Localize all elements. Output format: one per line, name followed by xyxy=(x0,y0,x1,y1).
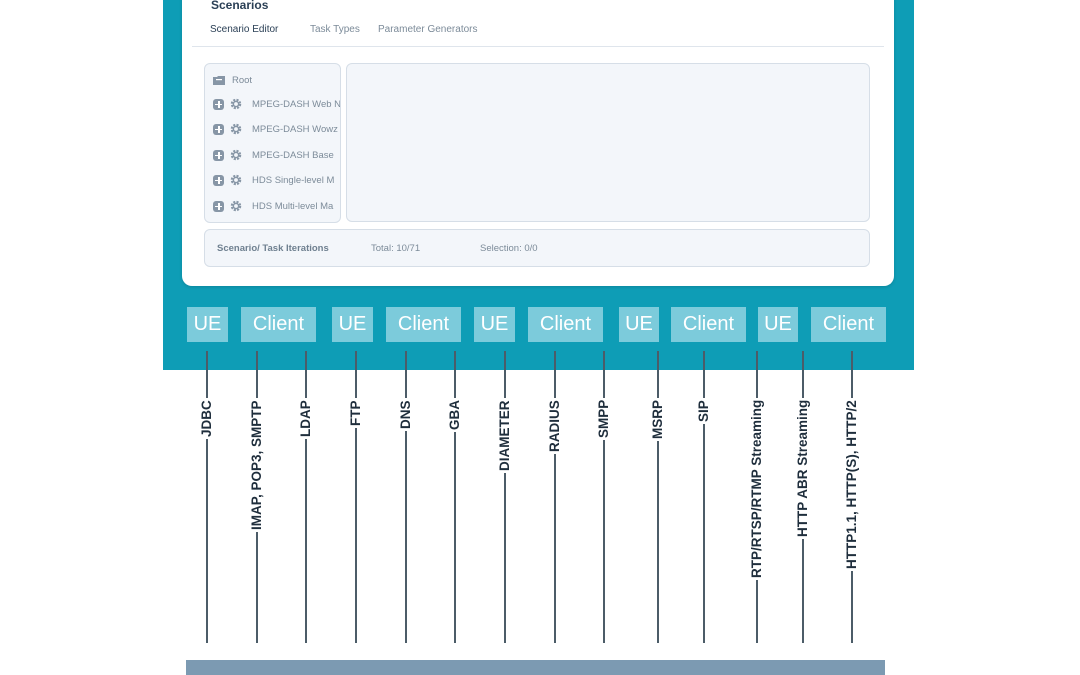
ue-box: UE xyxy=(758,307,798,342)
protocol-line xyxy=(657,351,659,643)
tree-item[interactable]: MPEG-DASH Web N xyxy=(213,96,341,112)
tree-item[interactable]: HDS Single-level M xyxy=(213,172,334,188)
protocol-line xyxy=(603,351,605,643)
panel-title: Scenarios xyxy=(211,0,269,12)
protocol-label: DIAMETER xyxy=(497,398,513,473)
client-box: Client xyxy=(528,307,603,342)
tree-item-label: HDS Single-level M xyxy=(252,174,335,186)
protocol-label: SMPP xyxy=(596,397,612,440)
tree-item[interactable]: MPEG-DASH Base xyxy=(213,147,334,163)
protocol-line xyxy=(206,351,208,643)
scenario-editor-panel: Scenarios Scenario Editor Task Types Par… xyxy=(182,0,894,286)
expand-icon[interactable] xyxy=(213,149,224,161)
iterations-bar: Scenario/ Task Iterations Total: 10/71 S… xyxy=(204,229,870,267)
scenario-tree: Root MPEG-DASH Web N MPEG-DASH Wowz MPEG… xyxy=(204,63,341,223)
gear-icon xyxy=(230,123,242,135)
protocol-line xyxy=(355,351,357,643)
ue-box: UE xyxy=(332,307,373,342)
protocol-line xyxy=(305,351,307,643)
protocol-label: GBA xyxy=(447,398,463,432)
tab-task-types[interactable]: Task Types xyxy=(310,24,360,35)
tree-item-label: MPEG-DASH Wowz xyxy=(252,123,338,135)
expand-icon[interactable] xyxy=(213,200,224,212)
ue-box: UE xyxy=(619,307,659,342)
client-box: Client xyxy=(386,307,461,342)
protocol-label: JDBC xyxy=(199,398,215,439)
tree-root-label: Root xyxy=(232,74,253,86)
gear-icon xyxy=(230,174,242,186)
protocol-line xyxy=(504,351,506,643)
selection-count: Selection: 0/0 xyxy=(480,243,538,254)
gear-icon xyxy=(230,200,242,212)
detail-pane xyxy=(346,63,870,222)
tree-item[interactable]: HDS Multi-level Ma xyxy=(213,198,333,214)
gear-icon xyxy=(230,98,242,110)
tree-item-label: MPEG-DASH Base xyxy=(252,149,334,161)
protocol-label: LDAP xyxy=(298,398,314,439)
expand-icon[interactable] xyxy=(213,174,224,186)
total-count: Total: 10/71 xyxy=(371,243,421,254)
protocol-label: MSRP xyxy=(650,397,666,441)
protocol-line xyxy=(454,351,456,643)
tab-parameter-generators[interactable]: Parameter Generators xyxy=(378,24,478,35)
expand-icon[interactable] xyxy=(213,123,224,135)
folder-icon xyxy=(213,76,225,85)
tree-item-label: HDS Multi-level Ma xyxy=(252,200,334,212)
gear-icon xyxy=(230,149,242,161)
protocol-label: DNS xyxy=(398,398,414,431)
expand-icon[interactable] xyxy=(213,98,224,110)
tree-root[interactable]: Root xyxy=(213,72,252,88)
protocol-label: FTP xyxy=(348,398,364,428)
protocol-label: RADIUS xyxy=(547,398,563,454)
tree-item[interactable]: MPEG-DASH Wowz xyxy=(213,121,338,137)
protocol-label: HTTP ABR Streaming xyxy=(795,397,811,539)
tab-bar: Scenario Editor Task Types Parameter Gen… xyxy=(192,18,884,47)
client-box: Client xyxy=(241,307,316,342)
bottom-bar xyxy=(186,660,885,675)
protocol-label: IMAP, POP3, SMPTP xyxy=(249,398,265,532)
tree-item-label: MPEG-DASH Web N xyxy=(252,98,341,110)
client-box: Client xyxy=(671,307,746,342)
ue-box: UE xyxy=(187,307,228,342)
ue-box: UE xyxy=(474,307,515,342)
protocol-line xyxy=(405,351,407,643)
protocol-line xyxy=(703,351,705,643)
tab-scenario-editor[interactable]: Scenario Editor xyxy=(210,24,278,35)
protocol-label: HTTP1.1, HTTP(S), HTTP/2 xyxy=(844,398,860,571)
protocol-label: SIP xyxy=(696,398,712,424)
iterations-label: Scenario/ Task Iterations xyxy=(217,243,329,254)
client-box: Client xyxy=(811,307,886,342)
protocol-label: RTP/RTSP/RTMP Streaming xyxy=(749,397,765,580)
protocol-line xyxy=(554,351,556,643)
